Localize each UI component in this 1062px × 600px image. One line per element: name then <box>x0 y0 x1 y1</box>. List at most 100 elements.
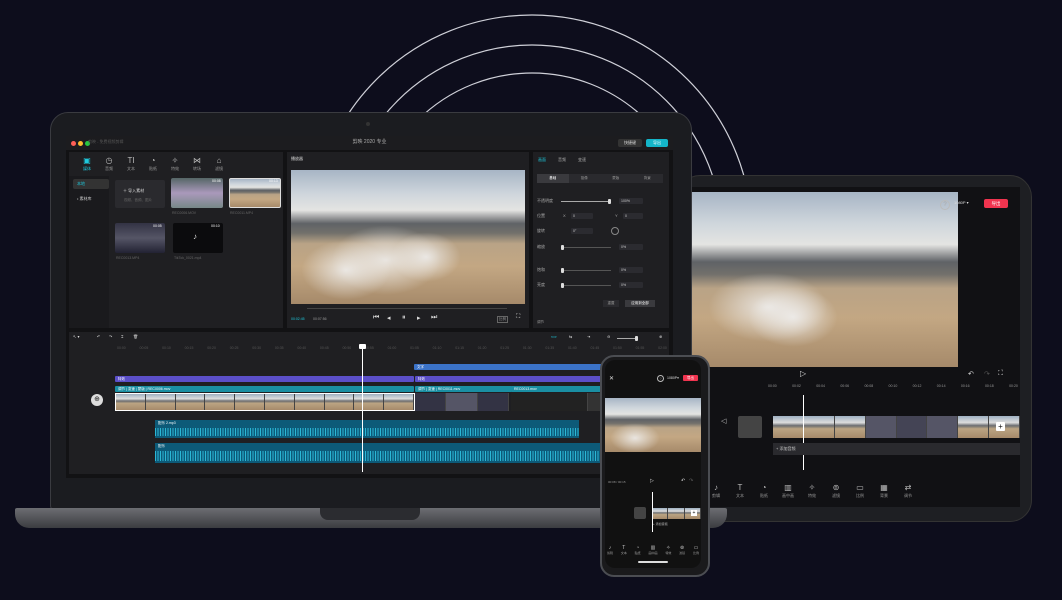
saturation-slider[interactable] <box>561 270 611 271</box>
skip-back-icon[interactable]: ⏮ <box>373 314 379 322</box>
opacity-knob[interactable] <box>608 199 611 204</box>
phone-tool-effect[interactable]: ✧ 特效 <box>665 545 671 557</box>
phone-tool-ratio[interactable]: ▭ 比例 <box>693 545 699 557</box>
rotation-field[interactable]: 0° <box>571 228 593 234</box>
preview-axis-icon[interactable]: ⇥ <box>587 334 590 339</box>
rotation-dial-icon[interactable] <box>611 227 619 235</box>
help-icon[interactable]: ? <box>940 200 950 210</box>
tablet-tool-adjust[interactable]: ⇄ 调节 <box>898 483 918 499</box>
sidebar-item-local[interactable]: 本地 <box>73 179 109 189</box>
apply-all-button[interactable]: 应用到全部 <box>625 300 655 307</box>
phone-playhead[interactable] <box>652 492 653 532</box>
brightness-slider[interactable] <box>561 285 611 286</box>
tablet-resolution-select[interactable]: 1080P ▾ <box>954 200 969 205</box>
props-tab-audio[interactable]: 音频 <box>558 157 566 163</box>
effect-track-clip-1[interactable]: 特效 <box>115 376 414 382</box>
sidebar-item-library[interactable]: • 素材库 <box>73 194 109 204</box>
timeline-ruler[interactable]: 00:00 00:05 00:10 00:15 00:20 00:25 00:3… <box>117 346 667 352</box>
phone-close-icon[interactable]: ✕ <box>609 375 614 382</box>
subtab-basic[interactable]: 基础 <box>537 174 569 183</box>
snap-icon[interactable]: ⇆ <box>569 334 572 339</box>
tablet-tool-text[interactable]: T 文本 <box>730 483 750 499</box>
phone-tool-text[interactable]: T 文本 <box>621 545 627 557</box>
playhead-handle[interactable] <box>359 344 366 349</box>
audio-clip-2[interactable]: 配乐 <box>155 443 665 463</box>
subtab-background[interactable]: 背景 <box>632 174 664 183</box>
main-clip-frames[interactable] <box>115 393 415 411</box>
scale-slider[interactable] <box>561 247 611 248</box>
saturation-value[interactable]: 0% <box>619 267 643 273</box>
tablet-tool-sticker[interactable]: ◔ 贴纸 <box>754 483 774 499</box>
skip-forward-icon[interactable]: ⏭ <box>431 314 437 322</box>
tablet-tool-filter[interactable]: ⊚ 滤镜 <box>826 483 846 499</box>
tab-effect[interactable]: ✧ 特效 <box>165 156 185 172</box>
tab-text[interactable]: TI 文本 <box>121 156 141 172</box>
zoom-knob[interactable] <box>635 336 638 341</box>
player-scrub-ruler[interactable] <box>307 308 507 309</box>
tablet-add-audio[interactable]: + 添加音频 <box>773 443 1020 455</box>
subtab-mask[interactable]: 蒙版 <box>600 174 632 183</box>
position-x-field[interactable]: 0 <box>571 213 593 219</box>
phone-preview-video[interactable] <box>605 398 701 452</box>
opacity-slider[interactable] <box>561 201 609 202</box>
step-forward-icon[interactable]: ▸ <box>417 314 421 322</box>
scale-value[interactable]: 0% <box>619 244 643 250</box>
phone-cover-thumb[interactable] <box>634 507 646 519</box>
link-icon[interactable]: ⟺ <box>551 334 557 339</box>
tablet-playhead[interactable] <box>803 395 804 470</box>
cover-button[interactable]: ⊕ <box>91 394 103 406</box>
tablet-tool-ratio[interactable]: ▭ 比例 <box>850 483 870 499</box>
player-fullscreen-icon[interactable]: ⛶ <box>516 314 520 321</box>
select-tool-icon[interactable]: ↖ ▾ <box>73 334 79 339</box>
phone-play-icon[interactable]: ▷ <box>650 478 654 484</box>
phone-export-button[interactable]: 导出 <box>683 375 698 381</box>
tl-redo-icon[interactable]: ↷ <box>109 334 112 339</box>
second-clip-frames[interactable] <box>415 393 509 411</box>
play-icon[interactable]: ▷ <box>800 369 806 378</box>
export-button[interactable]: 导出 <box>646 139 668 147</box>
split-icon[interactable]: ⌶ <box>121 334 123 339</box>
phone-resolution-select[interactable]: 1080P▾ <box>667 376 679 380</box>
main-clip-tags[interactable]: 调节 | 变速 | 蒙版 | REC0006.mov <box>115 386 414 392</box>
pause-icon[interactable]: ⏸ <box>402 314 406 322</box>
ratio-button[interactable]: 比例 <box>497 316 508 323</box>
reset-button[interactable]: 重置 <box>603 300 619 307</box>
brightness-value[interactable]: 0% <box>619 282 643 288</box>
shortcut-button[interactable]: 快捷键 <box>618 139 642 147</box>
phone-tool-pip[interactable]: ▥ 画中画 <box>648 545 657 557</box>
tab-sticker[interactable]: ◔ 贴纸 <box>143 156 163 172</box>
preview-video[interactable] <box>291 170 525 304</box>
saturation-knob[interactable] <box>561 268 564 273</box>
phone-redo-icon[interactable]: ↷ <box>689 478 693 484</box>
import-media-button[interactable]: ＋ 导入素材 视频、音频、图片 <box>115 180 165 208</box>
tab-transition[interactable]: ⋈ 转场 <box>187 156 207 172</box>
subtab-chroma[interactable]: 抠像 <box>569 174 601 183</box>
tablet-export-button[interactable]: 导出 <box>984 199 1008 208</box>
step-back-icon[interactable]: ◂ <box>387 314 391 322</box>
zoom-out-icon[interactable]: ⊖ <box>607 334 610 339</box>
phone-add-clip-button[interactable]: + <box>691 510 697 516</box>
second-clip-tags[interactable]: 调节 | 变速 | REC0011.mov <box>415 386 512 392</box>
phone-tool-edit[interactable]: ♪ 剪辑 <box>607 545 613 557</box>
tablet-add-clip-button[interactable]: + <box>996 422 1005 431</box>
tab-filter[interactable]: ⌂ 滤镜 <box>209 156 229 172</box>
fullscreen-icon[interactable]: ⛶ <box>998 370 1003 378</box>
props-tab-speed[interactable]: 变速 <box>578 157 586 163</box>
audio-clip-1[interactable]: 配乐 2.mp3 <box>155 420 579 438</box>
props-tab-video[interactable]: 画面 <box>538 157 546 163</box>
phone-undo-icon[interactable]: ↶ <box>681 478 685 484</box>
redo-icon[interactable]: ↷ <box>984 370 990 378</box>
tablet-tool-pip[interactable]: ▥ 画中画 <box>778 483 798 499</box>
position-y-field[interactable]: 0 <box>623 213 643 219</box>
cover-thumb[interactable] <box>738 416 762 438</box>
phone-tool-sticker[interactable]: ◔ 贴纸 <box>635 545 641 557</box>
delete-icon[interactable]: 🗑 <box>133 334 138 339</box>
tablet-tool-background[interactable]: ▦ 背景 <box>874 483 894 499</box>
phone-help-icon[interactable]: ? <box>657 375 664 382</box>
zoom-slider[interactable] <box>617 338 637 339</box>
mute-icon[interactable]: ◁ <box>721 417 726 425</box>
tab-media[interactable]: ▣ 媒体 <box>77 156 97 172</box>
tab-audio[interactable]: ◷ 音频 <box>99 156 119 172</box>
opacity-value[interactable]: 100% <box>619 198 643 204</box>
scale-knob[interactable] <box>561 245 564 250</box>
